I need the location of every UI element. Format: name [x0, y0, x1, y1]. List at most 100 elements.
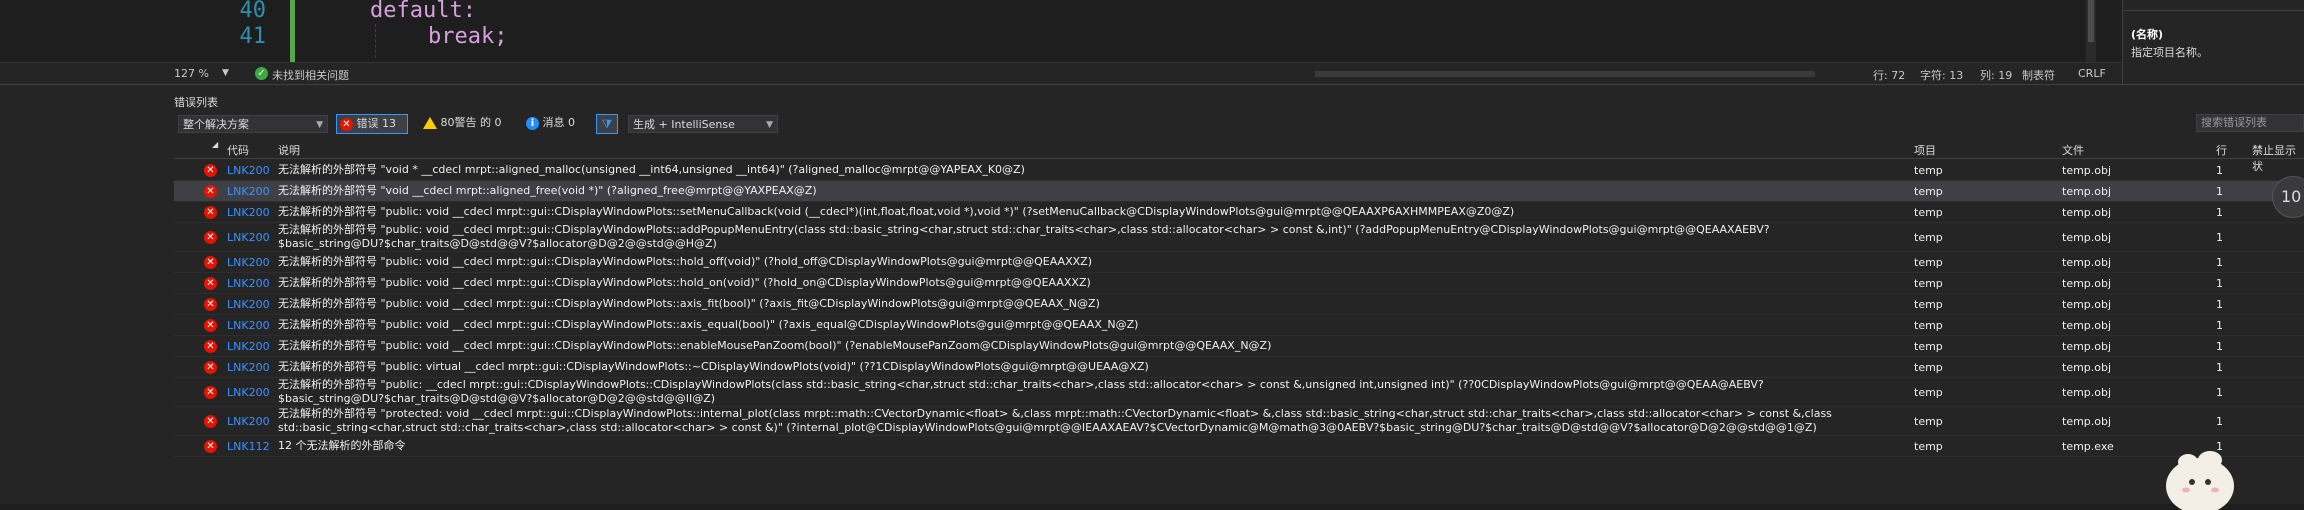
- code-editor[interactable]: 40 41 default: break;: [0, 0, 2096, 62]
- cursor-char[interactable]: 字符: 13: [1920, 67, 1963, 83]
- error-file: temp.obj: [2062, 415, 2112, 428]
- table-row[interactable]: ✕ LNK2001 无法解析的外部符号 "public: void __cdecl …: [174, 336, 2304, 357]
- error-file: temp.obj: [2062, 340, 2112, 353]
- table-row[interactable]: ✕LNK112012 个无法解析的外部命令temptemp.exe1: [174, 436, 2304, 457]
- error-line: 1: [2216, 185, 2223, 198]
- table-row[interactable]: ✕ LNK2001 无法解析的外部符号 "public: void __cdecl …: [174, 223, 2304, 252]
- error-code-link[interactable]: LNK2001: [227, 361, 269, 374]
- error-description: 无法解析的外部符号 "void __cdecl mrpt::aligned_fr…: [278, 184, 817, 197]
- column-file[interactable]: 文件: [2062, 142, 2084, 158]
- property-description: 指定项目名称。: [2131, 46, 2208, 59]
- error-project: temp: [1914, 340, 1943, 353]
- error-code-link[interactable]: LNK2001: [227, 206, 269, 219]
- error-line: 1: [2216, 319, 2223, 332]
- column-project[interactable]: 项目: [1914, 142, 1936, 158]
- cursor-col[interactable]: 列: 19: [1980, 67, 2012, 83]
- divider: [2123, 10, 2304, 11]
- error-description: 无法解析的外部符号 "public: void __cdecl mrpt::gu…: [278, 205, 1515, 218]
- errors-filter-button[interactable]: ✕ 错误 13: [336, 114, 408, 134]
- line-ending[interactable]: CRLF: [2078, 67, 2106, 80]
- error-description: 无法解析的外部符号 "public: void __cdecl mrpt::gu…: [278, 223, 1770, 250]
- code-line[interactable]: default:: [370, 0, 476, 23]
- error-code-link[interactable]: LNK2001: [227, 185, 269, 198]
- warning-icon: [423, 117, 437, 129]
- messages-count: 消息 0: [542, 116, 576, 129]
- error-file: temp.obj: [2062, 361, 2112, 374]
- error-code-link[interactable]: LNK1120: [227, 440, 269, 453]
- error-file: temp.exe: [2062, 440, 2114, 453]
- messages-filter-button[interactable]: i 消息 0: [526, 114, 588, 134]
- error-line: 1: [2216, 256, 2223, 269]
- table-row[interactable]: ✕ LNK2001 无法解析的外部符号 "protected: void __cde…: [174, 407, 2304, 436]
- search-input[interactable]: 搜索错误列表: [2196, 114, 2304, 132]
- table-row[interactable]: ✕ LNK2001 无法解析的外部符号 "public: void __cdecl …: [174, 294, 2304, 315]
- error-code-link[interactable]: LNK2001: [227, 340, 269, 353]
- error-icon: ✕: [204, 277, 217, 290]
- chevron-down-icon[interactable]: ▼: [222, 68, 229, 78]
- indent-guide: [375, 24, 376, 58]
- error-code-link[interactable]: LNK2001: [227, 386, 269, 399]
- table-row[interactable]: ✕ LNK2001 无法解析的外部符号 "public: void __cdecl …: [174, 252, 2304, 273]
- error-code-link[interactable]: LNK2001: [227, 298, 269, 311]
- error-code-link[interactable]: LNK2001: [227, 277, 269, 290]
- table-row[interactable]: ✕ LNK2001 无法解析的外部符号 "public: virtual __cde…: [174, 357, 2304, 378]
- error-icon: ✕: [204, 386, 217, 399]
- error-code-link[interactable]: LNK2001: [227, 415, 269, 428]
- error-line: 1: [2216, 386, 2223, 399]
- error-icon: ✕: [204, 164, 217, 177]
- scope-dropdown[interactable]: 整个解决方案 ▼: [178, 115, 328, 133]
- error-icon: ✕: [340, 117, 353, 131]
- table-row[interactable]: ✕ LNK2001 无法解析的外部符号 "void __cdecl mrpt::al…: [174, 181, 2304, 202]
- properties-panel: (名称) 指定项目名称。: [2122, 0, 2304, 84]
- error-description: 无法解析的外部符号 "public: void __cdecl mrpt::gu…: [278, 318, 1139, 331]
- build-filter-value: 生成 + IntelliSense: [633, 118, 735, 131]
- table-row[interactable]: ✕ LNK2001 无法解析的外部符号 "public: void __cdecl …: [174, 202, 2304, 223]
- info-icon: i: [526, 116, 539, 130]
- editor-scroll-thumb[interactable]: [2088, 0, 2094, 42]
- editor-status-strip: 127 % ▼ ✓ 未找到相关问题 行: 72 字符: 13 列: 19 制表符…: [0, 62, 2122, 85]
- error-project: temp: [1914, 256, 1943, 269]
- table-row[interactable]: ✕ LNK2001 无法解析的外部符号 "void * __cdecl mrpt::…: [174, 160, 2304, 181]
- issues-status[interactable]: 未找到相关问题: [272, 67, 349, 83]
- error-project: temp: [1914, 164, 1943, 177]
- error-code-link[interactable]: LNK2001: [227, 164, 269, 177]
- indent-mode[interactable]: 制表符: [2022, 67, 2055, 83]
- table-row[interactable]: ✕ LNK2001 无法解析的外部符号 "public: void __cdecl …: [174, 315, 2304, 336]
- column-line[interactable]: 行: [2216, 142, 2227, 158]
- clear-filter-button[interactable]: ⧩: [596, 114, 618, 134]
- error-icon: ✕: [204, 298, 217, 311]
- error-file: temp.obj: [2062, 256, 2112, 269]
- build-filter-dropdown[interactable]: 生成 + IntelliSense ▼: [628, 115, 778, 133]
- editor-horizontal-scrollbar[interactable]: [1315, 71, 1815, 77]
- error-icon: ✕: [204, 415, 217, 428]
- error-file: temp.obj: [2062, 386, 2112, 399]
- error-description: 无法解析的外部符号 "public: virtual __cdecl mrpt:…: [278, 360, 1149, 373]
- error-code-link[interactable]: LNK2001: [227, 319, 269, 332]
- error-file: temp.obj: [2062, 164, 2112, 177]
- error-file: temp.obj: [2062, 298, 2112, 311]
- error-icon: ✕: [204, 185, 217, 198]
- error-code-link[interactable]: LNK2001: [227, 256, 269, 269]
- mascot-illustration: [2166, 451, 2234, 510]
- property-name: (名称): [2131, 28, 2164, 41]
- error-code-link[interactable]: LNK2001: [227, 231, 269, 244]
- error-icon: ✕: [204, 256, 217, 269]
- zoom-level[interactable]: 127 %: [174, 67, 209, 80]
- column-code[interactable]: 代码: [227, 142, 249, 158]
- column-description[interactable]: 说明: [278, 142, 300, 158]
- error-line: 1: [2216, 415, 2223, 428]
- error-project: temp: [1914, 361, 1943, 374]
- warnings-count: 80警告 的 0: [440, 116, 502, 129]
- error-line: 1: [2216, 340, 2223, 353]
- error-description: 无法解析的外部符号 "public: void __cdecl mrpt::gu…: [278, 255, 1092, 268]
- error-description: 12 个无法解析的外部命令: [278, 439, 406, 452]
- warnings-filter-button[interactable]: 80警告 的 0: [423, 114, 523, 134]
- table-row[interactable]: ✕ LNK2001 无法解析的外部符号 "public: __cdecl mrpt:…: [174, 378, 2304, 407]
- cursor-row[interactable]: 行: 72: [1873, 67, 1905, 83]
- table-row[interactable]: ✕ LNK2001 无法解析的外部符号 "public: void __cdecl …: [174, 273, 2304, 294]
- sort-icon[interactable]: ◢: [212, 140, 218, 149]
- code-line[interactable]: break;: [428, 24, 507, 49]
- error-project: temp: [1914, 298, 1943, 311]
- error-line: 1: [2216, 361, 2223, 374]
- error-file: temp.obj: [2062, 206, 2112, 219]
